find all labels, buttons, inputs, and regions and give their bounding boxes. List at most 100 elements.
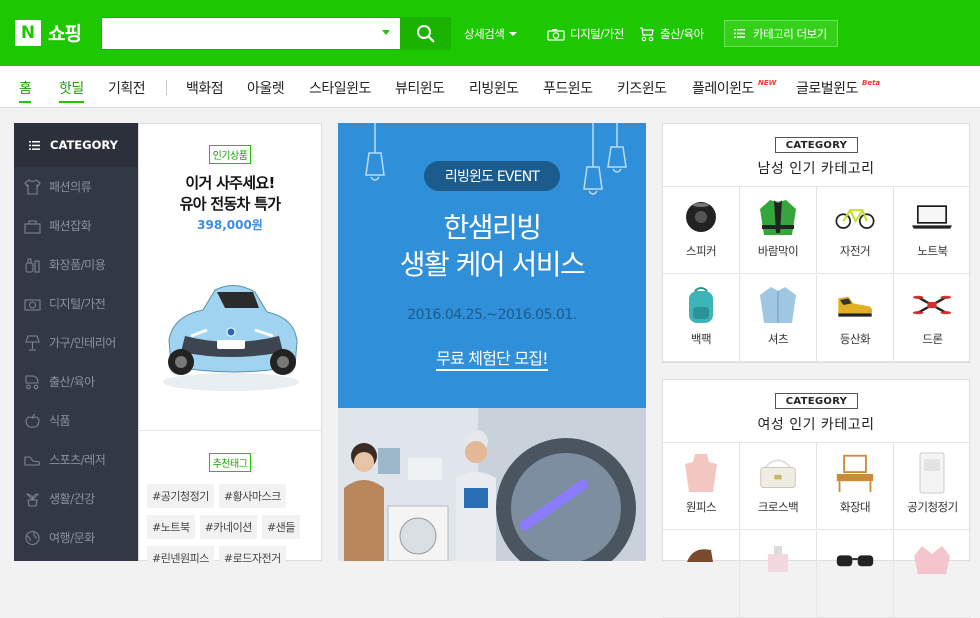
event-date: 2016.04.25.~2016.05.01.: [407, 307, 577, 323]
sidebar-header[interactable]: CATEGORY: [14, 123, 138, 167]
category-windbreaker[interactable]: 바람막이: [740, 187, 817, 274]
kids-electric-car-image[interactable]: [155, 270, 307, 396]
category-dress[interactable]: 원피스: [663, 443, 740, 530]
hashtag[interactable]: #카네이션: [199, 515, 257, 539]
category-air-purifier[interactable]: 공기청정기: [894, 443, 971, 530]
featured-product-card[interactable]: 인기상품 이거 사주세요! 유아 전동차 특가 398,000원 추천태그 #공…: [138, 123, 322, 570]
naver-logo-icon[interactable]: N: [15, 19, 41, 46]
product-title-line: 유아 전동차 특가: [179, 195, 281, 213]
laundry-service-illustration: [338, 408, 646, 561]
sidebar-item-label: 스포츠/레저: [49, 453, 106, 467]
laptop-icon: [912, 205, 952, 229]
nav-department[interactable]: 백화점: [186, 78, 224, 98]
new-badge: NEW: [758, 79, 777, 87]
banner-title-line: 한샘리빙: [443, 211, 542, 244]
sidebar-item-accessories[interactable]: 패션잡화: [14, 206, 138, 245]
sidebar-item-travel[interactable]: 여행/문화: [14, 518, 138, 557]
sunglasses-icon: [836, 555, 874, 567]
nav-outlet[interactable]: 아울렛: [247, 78, 285, 98]
event-banner[interactable]: 리빙윈도 EVENT 한샘리빙 생활 케어 서비스 2016.04.25.~20…: [338, 123, 646, 408]
nav-food-window[interactable]: 푸드윈도: [543, 78, 593, 98]
category-cardigan-partial[interactable]: [894, 531, 971, 618]
beta-badge: Beta: [862, 79, 881, 87]
apple-icon: [25, 413, 40, 428]
category-drone[interactable]: 드론: [894, 275, 971, 362]
nav-home[interactable]: 홈: [19, 78, 32, 103]
hashtag[interactable]: #린넨원피스: [147, 546, 214, 570]
hashtag[interactable]: #샌들: [261, 515, 300, 539]
category-label: 화장대: [839, 500, 871, 514]
sidebar-item-furniture[interactable]: 가구/인테리어: [14, 323, 138, 362]
category-label: CATEGORY: [775, 393, 858, 409]
bag-icon: [24, 219, 41, 234]
sidebar-item-living[interactable]: 생활/건강: [14, 479, 138, 518]
hashtag-list: #공기청정기 #황사마스크 #노트북 #카네이션 #샌들 #린넨원피스 #로드자…: [147, 484, 319, 577]
sidebar-item-baby[interactable]: 출산/육아: [14, 362, 138, 401]
category-label: 백팩: [690, 332, 712, 346]
category-speaker[interactable]: 스피커: [663, 187, 740, 274]
sidebar-item-label: 여행/문화: [49, 531, 95, 545]
nav-style-window[interactable]: 스타일윈도: [309, 78, 371, 98]
sidebar-item-label: 출산/육아: [49, 375, 95, 389]
sidebar-item-label: 식품: [49, 414, 71, 428]
nav-global-window[interactable]: 글로벌윈도: [796, 78, 858, 98]
tshirt-icon: [24, 178, 41, 195]
caret-down-icon: [509, 32, 518, 36]
banner-title-line: 생활 케어 서비스: [399, 248, 586, 281]
category-shirt[interactable]: 셔츠: [740, 275, 817, 362]
category-hiking-shoe[interactable]: 등산화: [817, 275, 894, 362]
category-sidebar: CATEGORY 패션의류 패션잡화 화장품/미용 디지털/가전 가구/인테리어…: [14, 123, 138, 561]
category-sunglasses-partial[interactable]: [817, 531, 894, 618]
category-bicycle[interactable]: 자전거: [817, 187, 894, 274]
hashtag[interactable]: #노트북: [147, 515, 195, 539]
nav-hotdeal[interactable]: 핫딜: [59, 78, 84, 103]
list-icon: [734, 29, 745, 38]
hanging-lamp-icon: [607, 123, 627, 173]
hashtag[interactable]: #황사마스크: [218, 484, 286, 508]
drone-icon: [912, 295, 952, 315]
sidebar-item-label: 디지털/가전: [49, 297, 106, 311]
nav-exhibition[interactable]: 기획전: [108, 78, 146, 98]
category-label: 자전거: [839, 244, 871, 258]
category-crossbag[interactable]: 크로스백: [740, 443, 817, 530]
service-photo[interactable]: [338, 408, 646, 561]
sidebar-item-sports[interactable]: 스포츠/레저: [14, 440, 138, 479]
advanced-search-link[interactable]: 상세검색: [464, 26, 518, 42]
camera-icon: [24, 298, 41, 311]
digital-link[interactable]: 디지털/가전: [547, 26, 624, 42]
nav-beauty-window[interactable]: 뷰티윈도: [395, 78, 445, 98]
search-button[interactable]: [401, 17, 451, 50]
category-perfume-partial[interactable]: [740, 531, 817, 618]
hanging-lamp-icon: [365, 123, 385, 181]
nav-play-window[interactable]: 플레이윈도: [692, 78, 754, 98]
list-icon: [29, 140, 40, 150]
hashtag[interactable]: #로드자전거: [218, 546, 286, 570]
nav-kids-window[interactable]: 키즈윈도: [617, 78, 667, 98]
baby-link[interactable]: 출산/육아: [639, 26, 704, 42]
nav-living-window[interactable]: 리빙윈도: [469, 78, 519, 98]
category-laptop[interactable]: 노트북: [894, 187, 971, 274]
category-vanity[interactable]: 화장대: [817, 443, 894, 530]
sidebar-item-label: 패션잡화: [49, 219, 92, 233]
product-title-line: 이거 사주세요!: [185, 174, 275, 192]
cta-link[interactable]: 무료 체험단 모집!: [338, 345, 646, 371]
search-input[interactable]: [101, 17, 401, 50]
sidebar-item-food[interactable]: 식품: [14, 401, 138, 440]
sidebar-item-digital[interactable]: 디지털/가전: [14, 284, 138, 323]
recommended-tag-label: 추천태그: [208, 453, 252, 472]
more-categories-label: 카테고리 더보기: [753, 26, 827, 41]
category-stroller-partial[interactable]: [663, 531, 740, 618]
logo-text[interactable]: 쇼핑: [48, 19, 82, 46]
sidebar-item-cosmetics[interactable]: 화장품/미용: [14, 245, 138, 284]
category-backpack[interactable]: 백팩: [663, 275, 740, 362]
logo[interactable]: N 쇼핑: [15, 19, 82, 46]
category-label: 스피커: [685, 244, 717, 258]
search-dropdown-icon[interactable]: [382, 30, 390, 35]
men-category-title: 남성 인기 카테고리: [757, 161, 875, 177]
product-title[interactable]: 이거 사주세요! 유아 전동차 특가: [139, 173, 321, 215]
more-categories-button[interactable]: 카테고리 더보기: [724, 20, 838, 47]
sidebar-title: CATEGORY: [50, 138, 118, 152]
hashtag[interactable]: #공기청정기: [147, 484, 214, 508]
sidebar-item-fashion[interactable]: 패션의류: [14, 167, 138, 206]
backpack-icon: [689, 287, 713, 323]
